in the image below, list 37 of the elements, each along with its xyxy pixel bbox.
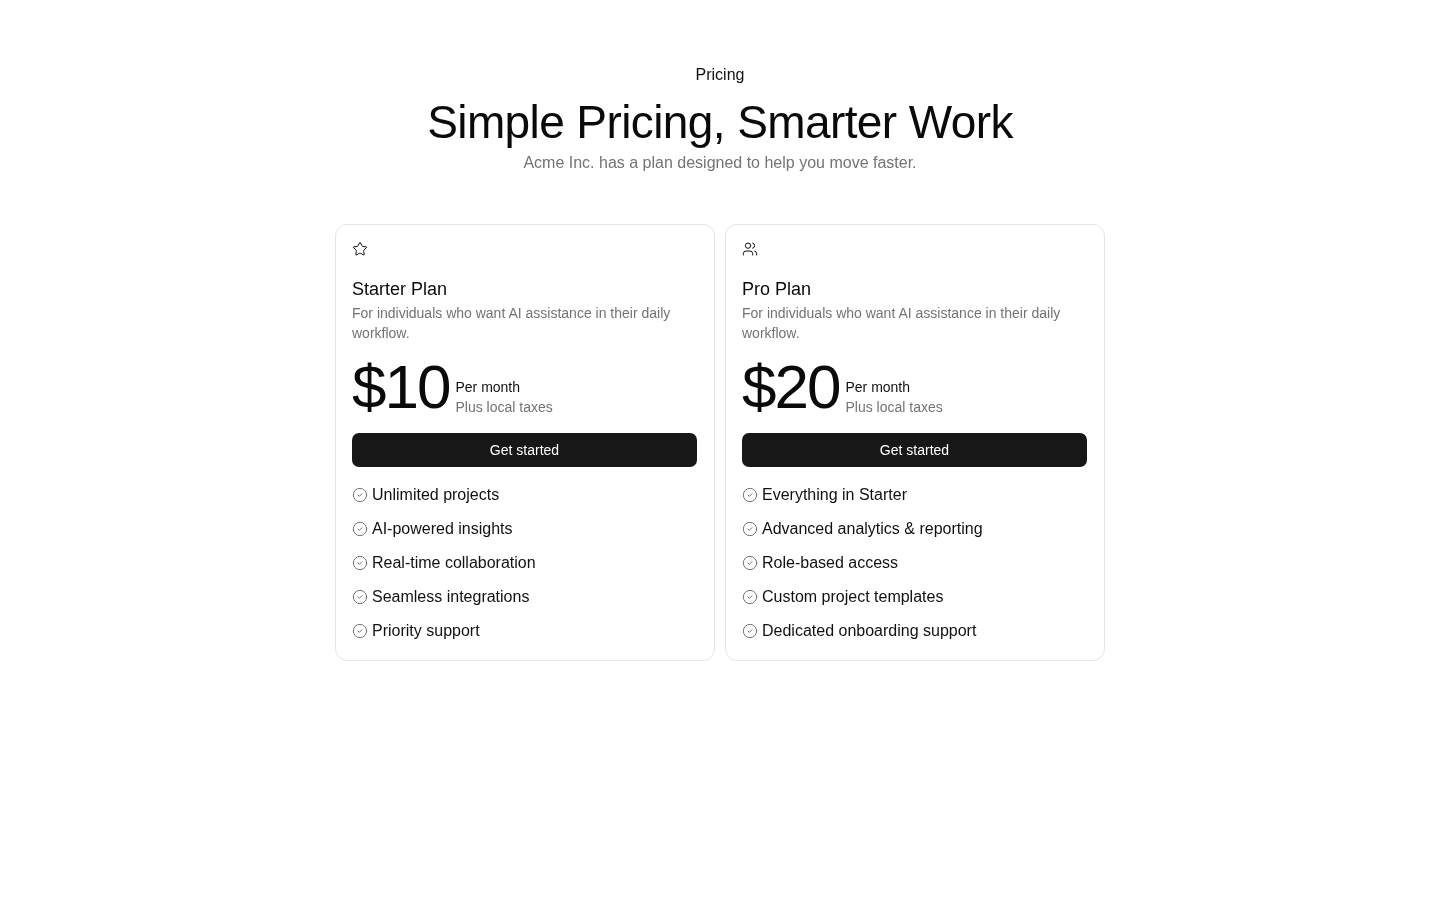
check-circle-icon: [742, 589, 758, 605]
users-icon: [742, 241, 758, 257]
check-circle-icon: [742, 623, 758, 639]
get-started-button[interactable]: Get started: [742, 433, 1087, 467]
feature-text: Priority support: [372, 621, 480, 641]
feature-text: AI-powered insights: [372, 519, 513, 539]
check-circle-icon: [742, 555, 758, 571]
feature-text: Everything in Starter: [762, 485, 907, 505]
feature-text: Seamless integrations: [372, 587, 530, 607]
section-label: Pricing: [695, 65, 745, 85]
check-circle-icon: [742, 521, 758, 537]
feature-text: Dedicated onboarding support: [762, 621, 977, 641]
plan-description: For individuals who want AI assistance in their daily workflow.: [352, 304, 672, 343]
feature-text: Custom project templates: [762, 587, 944, 607]
get-started-button[interactable]: Get started: [352, 433, 697, 467]
page-subtitle: Acme Inc. has a plan designed to help you move faster.: [523, 153, 917, 173]
plan-name: Pro Plan: [742, 278, 813, 301]
page-title: Simple Pricing, Smarter Work: [427, 95, 1013, 150]
plan-price: $20: [742, 357, 840, 417]
tax-note: Plus local taxes: [455, 398, 553, 417]
star-icon: [352, 241, 368, 257]
feature-text: Role-based access: [762, 553, 899, 573]
check-circle-icon: [352, 623, 368, 639]
feature-text: Advanced analytics & reporting: [762, 519, 983, 539]
billing-period: Per month: [845, 378, 912, 397]
feature-text: Unlimited projects: [372, 485, 500, 505]
billing-period: Per month: [455, 378, 522, 397]
tax-note: Plus local taxes: [845, 398, 943, 417]
check-circle-icon: [742, 487, 758, 503]
plan-price: $10: [352, 357, 450, 417]
check-circle-icon: [352, 555, 368, 571]
check-circle-icon: [352, 589, 368, 605]
plan-name: Starter Plan: [352, 278, 449, 301]
check-circle-icon: [352, 521, 368, 537]
check-circle-icon: [352, 487, 368, 503]
plan-description: For individuals who want AI assistance in their daily workflow.: [742, 304, 1062, 343]
feature-text: Real-time collaboration: [372, 553, 536, 573]
